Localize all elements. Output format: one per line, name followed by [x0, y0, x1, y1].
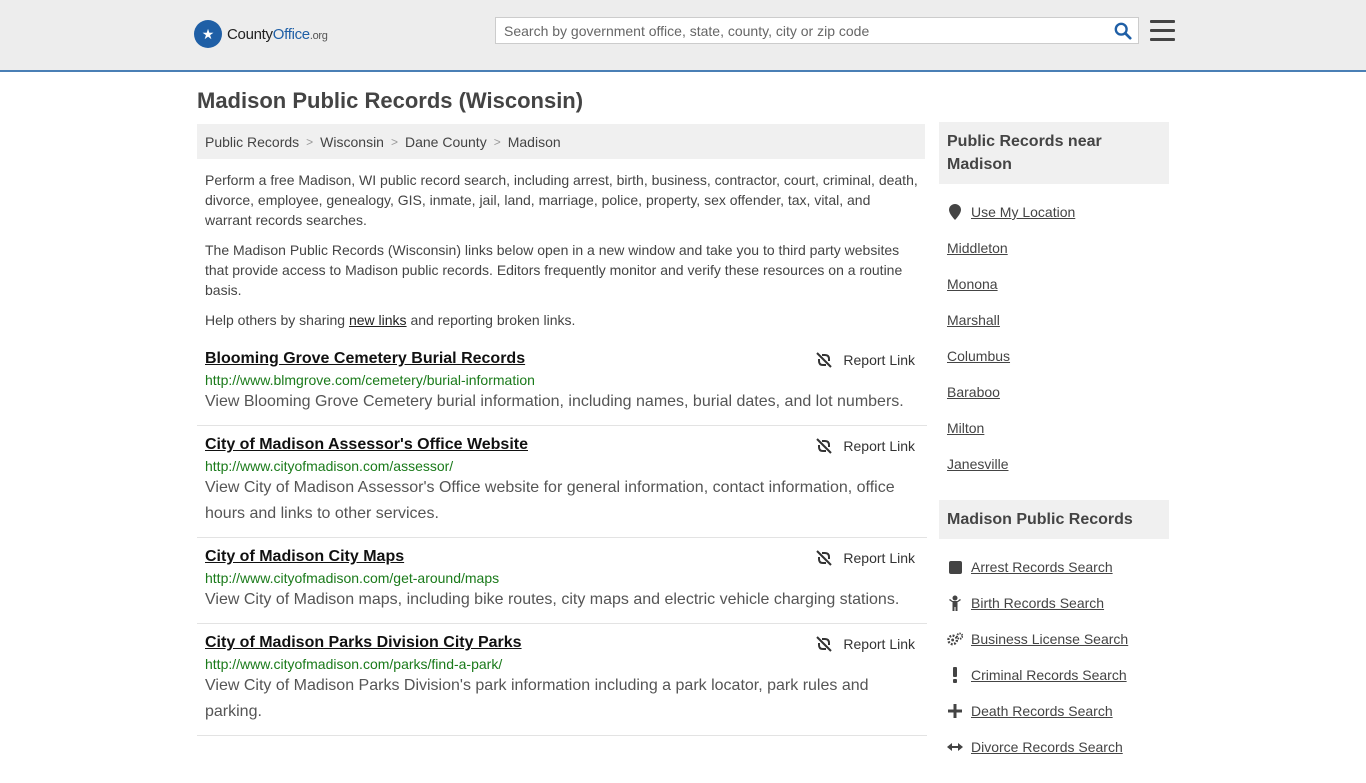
logo-text: CountyOffice.org — [227, 25, 328, 43]
records-search-item: Arrest Records Search — [939, 549, 1169, 585]
record-link-description: View City of Madison maps, including bik… — [205, 591, 900, 608]
use-my-location-link[interactable]: Use My Location — [971, 204, 1075, 220]
search-input[interactable] — [496, 18, 1112, 43]
exclamation-icon — [947, 667, 963, 683]
nearby-city-link[interactable]: Monona — [947, 276, 998, 292]
record-link-url: http://www.cityofmadison.com/get-around/… — [205, 570, 500, 586]
search-box — [495, 17, 1139, 44]
record-link-url: http://www.blmgrove.com/cemetery/burial-… — [205, 372, 535, 388]
cross-icon — [947, 703, 963, 719]
broken-link-icon — [816, 352, 833, 368]
map-marker-icon — [947, 204, 963, 220]
logo-eagle-icon: ★ — [194, 20, 222, 48]
arrest-records-search-link[interactable]: Arrest Records Search — [971, 559, 1113, 575]
use-my-location-item: Use My Location — [939, 194, 1169, 230]
hamburger-menu-icon[interactable] — [1150, 20, 1175, 42]
square-icon — [947, 559, 963, 575]
nearby-city-link[interactable]: Columbus — [947, 348, 1010, 364]
intro-paragraph-3: Help others by sharing new links and rep… — [205, 312, 576, 328]
search-icon[interactable] — [1114, 22, 1132, 40]
nearby-city-item: Middleton — [939, 230, 1169, 266]
sidebar-records-title: Madison Public Records — [939, 500, 1169, 539]
broken-link-icon — [816, 550, 833, 566]
nearby-city-item: Janesville — [939, 446, 1169, 482]
intro-text: Perform a free Madison, WI public record… — [205, 170, 920, 340]
gears-icon — [947, 631, 963, 647]
record-link-description: View Blooming Grove Cemetery burial info… — [205, 393, 904, 410]
record-link-title[interactable]: City of Madison Assessor's Office Websit… — [205, 436, 528, 454]
record-link-item: Blooming Grove Cemetery Burial Records R… — [197, 340, 927, 426]
records-search-item: Death Records Search — [939, 693, 1169, 729]
nearby-cities-list: Use My Location Middleton Monona Marshal… — [939, 194, 1169, 482]
nearby-city-item: Monona — [939, 266, 1169, 302]
breadcrumb-madison[interactable]: Madison — [508, 134, 561, 150]
broken-link-icon — [816, 438, 833, 454]
report-link-button[interactable]: Report Link — [816, 550, 915, 566]
arrows-horizontal-icon — [947, 739, 963, 755]
breadcrumb-wisconsin[interactable]: Wisconsin — [320, 134, 384, 150]
breadcrumb-dane-county[interactable]: Dane County — [405, 134, 487, 150]
record-link-title[interactable]: City of Madison Parks Division City Park… — [205, 634, 522, 652]
record-links-list: Blooming Grove Cemetery Burial Records R… — [197, 340, 927, 736]
record-link-item: City of Madison City Maps Report Link ht… — [197, 538, 927, 624]
birth-records-search-link[interactable]: Birth Records Search — [971, 595, 1104, 611]
record-link-title[interactable]: Blooming Grove Cemetery Burial Records — [205, 350, 525, 368]
sidebar: Public Records near Madison Use My Locat… — [939, 122, 1169, 783]
nearby-city-link[interactable]: Milton — [947, 420, 984, 436]
site-header: ★ CountyOffice.org — [0, 0, 1366, 72]
record-link-description: View City of Madison Parks Division's pa… — [205, 677, 869, 720]
sidebar-nearby-title: Public Records near Madison — [939, 122, 1169, 184]
business-license-search-link[interactable]: Business License Search — [971, 631, 1128, 647]
baby-icon — [947, 595, 963, 611]
report-link-button[interactable]: Report Link — [816, 352, 915, 368]
record-link-title[interactable]: City of Madison City Maps — [205, 548, 404, 566]
divorce-records-search-link[interactable]: Divorce Records Search — [971, 739, 1123, 755]
breadcrumb-separator: > — [306, 134, 314, 149]
records-search-item: Criminal Records Search — [939, 657, 1169, 693]
broken-link-icon — [816, 636, 833, 652]
records-search-item: Divorce Records Search — [939, 729, 1169, 765]
site-logo[interactable]: ★ CountyOffice.org — [194, 20, 328, 48]
nearby-city-link[interactable]: Janesville — [947, 456, 1008, 472]
report-link-button[interactable]: Report Link — [816, 636, 915, 652]
page-title: Madison Public Records (Wisconsin) — [197, 88, 584, 113]
nearby-city-item: Milton — [939, 410, 1169, 446]
records-search-item: Birth Records Search — [939, 585, 1169, 621]
record-link-url: http://www.cityofmadison.com/assessor/ — [205, 458, 454, 474]
criminal-records-search-link[interactable]: Criminal Records Search — [971, 667, 1127, 683]
records-search-item: Business License Search — [939, 621, 1169, 657]
breadcrumb-separator: > — [390, 134, 398, 149]
record-link-description: View City of Madison Assessor's Office w… — [205, 479, 895, 522]
breadcrumb: Public Records > Wisconsin > Dane County… — [197, 124, 925, 159]
nearby-city-item: Columbus — [939, 338, 1169, 374]
death-records-search-link[interactable]: Death Records Search — [971, 703, 1113, 719]
intro-paragraph-2: The Madison Public Records (Wisconsin) l… — [205, 242, 903, 298]
report-link-button[interactable]: Report Link — [816, 438, 915, 454]
breadcrumb-separator: > — [493, 134, 501, 149]
records-search-list: Arrest Records Search Birth Records Sear… — [939, 549, 1169, 765]
nearby-city-item: Marshall — [939, 302, 1169, 338]
intro-paragraph-1: Perform a free Madison, WI public record… — [205, 172, 918, 228]
nearby-city-link[interactable]: Middleton — [947, 240, 1008, 256]
nearby-city-link[interactable]: Marshall — [947, 312, 1000, 328]
record-link-url: http://www.cityofmadison.com/parks/find-… — [205, 656, 503, 672]
record-link-item: City of Madison Assessor's Office Websit… — [197, 426, 927, 538]
new-links-link[interactable]: new links — [349, 312, 407, 328]
breadcrumb-public-records[interactable]: Public Records — [205, 134, 299, 150]
nearby-city-item: Baraboo — [939, 374, 1169, 410]
record-link-item: City of Madison Parks Division City Park… — [197, 624, 927, 736]
nearby-city-link[interactable]: Baraboo — [947, 384, 1000, 400]
